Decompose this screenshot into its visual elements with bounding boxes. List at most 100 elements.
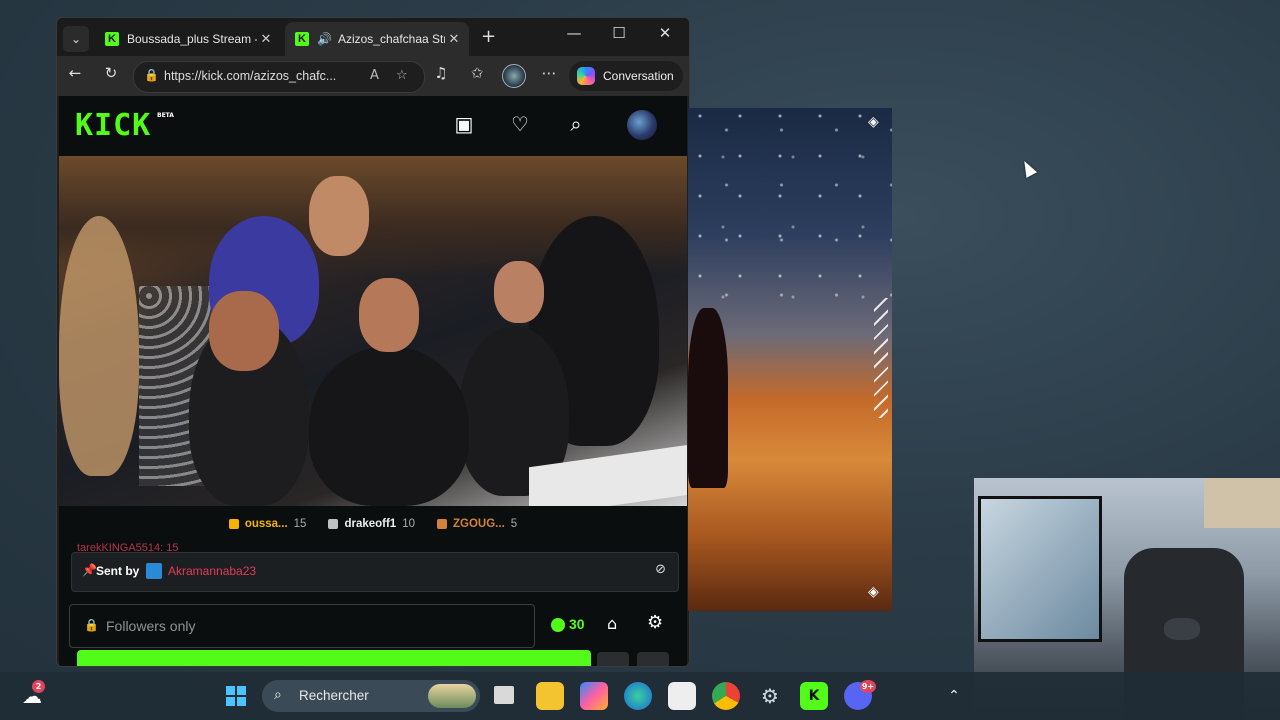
kick-app-icon[interactable]: K: [800, 682, 828, 710]
taskbar: ☁ 2 ⌕ Rechercher ⚙ K 9+ ⌃: [0, 672, 1280, 720]
silhouette-figure: [688, 308, 728, 488]
stream-video[interactable]: [59, 156, 687, 506]
more-menu-icon[interactable]: ⋯: [537, 64, 561, 82]
lock-icon[interactable]: 🔒: [144, 68, 159, 82]
badge-icon: [328, 519, 339, 529]
tab-azizos[interactable]: 🔊 Azizos_chafchaa Stream ✕: [285, 22, 469, 56]
maximize-icon[interactable]: ☐: [599, 24, 639, 42]
conversation-label: Conversation: [603, 69, 674, 83]
leaderboard-entry[interactable]: oussa... 15: [228, 518, 307, 530]
browser-toolbar: ← ↻ 🔒 https://kick.com/azizos_chafc... A…: [57, 56, 689, 96]
discord-badge: 9+: [860, 680, 876, 693]
read-aloud-icon[interactable]: A: [370, 68, 379, 83]
search-highlight-image: [428, 684, 476, 708]
leaderboard-value: 5: [510, 518, 518, 530]
chrome-icon[interactable]: [712, 682, 740, 710]
chevron-up-icon[interactable]: ⌃: [940, 682, 968, 710]
pinned-message: 📌 Sent by Akramannaba23 ⊘: [71, 552, 679, 592]
gift-leaderboard: oussa... 15 drakeoff1 10 ZGOUG... 5: [59, 506, 687, 542]
search-icon[interactable]: ⌕: [561, 112, 591, 136]
video-person-head: [309, 176, 369, 256]
address-bar[interactable]: 🔒 https://kick.com/azizos_chafc... A ☆: [133, 61, 425, 93]
lock-icon: 🔒: [84, 618, 99, 632]
channel-points-icon: [551, 618, 565, 632]
wallpaper-window: ◈ ◈: [688, 108, 892, 611]
copilot-conversation-button[interactable]: Conversation: [569, 61, 683, 91]
leaderboard-entry[interactable]: drakeoff1 10: [328, 518, 415, 530]
video-person: [59, 216, 139, 476]
file-explorer-icon[interactable]: [536, 682, 564, 710]
favorite-star-icon[interactable]: ☆: [396, 68, 408, 83]
profile-avatar[interactable]: [502, 64, 526, 88]
gift-button[interactable]: [597, 652, 629, 666]
night-sky: [688, 108, 892, 308]
search-icon: ⌕: [274, 687, 282, 703]
sender-username[interactable]: Akramannaba23: [168, 564, 256, 578]
weather-badge: 2: [32, 680, 45, 693]
kick-favicon-icon: [295, 32, 309, 46]
minimize-icon[interactable]: —: [554, 24, 594, 42]
video-person-head: [209, 291, 279, 371]
following-video-icon[interactable]: ▣: [449, 112, 479, 136]
hide-eye-icon[interactable]: ⊘: [655, 562, 666, 577]
heart-icon[interactable]: ♡: [505, 112, 535, 136]
badge-icon: [437, 519, 448, 529]
kick-header: KICK BETA ▣ ♡ ⌕: [59, 96, 687, 156]
leaderboard-name: drakeoff1: [344, 518, 397, 530]
tab-boussada[interactable]: Boussada_plus Stream - ... ✕: [95, 22, 281, 56]
sent-by-label: Sent by: [96, 564, 140, 578]
copilot-icon: [577, 67, 595, 85]
tab-title: Boussada_plus Stream - ...: [127, 32, 257, 46]
task-view-icon[interactable]: [494, 686, 514, 704]
edge-icon[interactable]: [624, 682, 652, 710]
url-text: https://kick.com/azizos_chafc...: [164, 69, 337, 83]
settings-gear-icon[interactable]: ⚙: [756, 682, 784, 710]
leaderboard-name: oussa...: [244, 518, 288, 530]
tab-close-icon[interactable]: ✕: [445, 31, 463, 47]
gear-icon[interactable]: ⚙: [647, 612, 663, 633]
diamond-icon: ◈: [868, 114, 879, 130]
leaderboard-value: 15: [293, 518, 307, 530]
tab-strip: ⌄ Boussada_plus Stream - ... ✕ 🔊 Azizos_…: [57, 18, 689, 56]
chat-input[interactable]: 🔒 Followers only: [69, 604, 535, 648]
speaker-icon[interactable]: 🔊: [317, 32, 332, 46]
badge-icon: [228, 519, 239, 529]
chat-placeholder: Followers only: [106, 618, 196, 634]
follow-button[interactable]: [77, 650, 591, 666]
leaderboard-name: ZGOUG...: [453, 518, 505, 530]
webcam-chair-logo: [1164, 618, 1200, 640]
search-label: Rechercher: [299, 688, 369, 703]
kick-favicon-icon: [105, 32, 119, 46]
channel-points-value[interactable]: 30: [569, 616, 585, 632]
taskbar-search[interactable]: ⌕ Rechercher: [262, 680, 480, 712]
webcam-monitor: [978, 496, 1102, 642]
leaderboard-entry[interactable]: ZGOUG... 5: [437, 518, 517, 530]
tab-actions-chevron-down-icon[interactable]: ⌄: [63, 26, 89, 52]
tab-title: Azizos_chafchaa Stream: [337, 32, 445, 46]
refresh-icon[interactable]: ↻: [99, 64, 123, 82]
tab-close-icon[interactable]: ✕: [257, 31, 275, 47]
leaderboard-value: 10: [402, 518, 416, 530]
store-icon[interactable]: ⌂: [607, 614, 617, 633]
video-person: [309, 346, 469, 506]
user-avatar[interactable]: [627, 110, 657, 140]
close-window-icon[interactable]: ✕: [645, 24, 685, 42]
video-person-head: [359, 278, 419, 352]
browser-window: ⌄ Boussada_plus Stream - ... ✕ 🔊 Azizos_…: [56, 17, 690, 667]
store-app-icon[interactable]: [668, 682, 696, 710]
beta-label: BETA: [157, 112, 174, 119]
kick-page: KICK BETA ▣ ♡ ⌕ oussa... 15 drakeoff1 10…: [59, 96, 687, 666]
back-arrow-left-icon[interactable]: ←: [63, 64, 87, 82]
chevron-decoration: [874, 298, 888, 418]
new-tab-plus-icon[interactable]: +: [481, 26, 496, 47]
copilot-app-icon[interactable]: [580, 682, 608, 710]
pin-icon: 📌: [82, 563, 97, 577]
favorites-icon[interactable]: ✩: [465, 64, 489, 82]
diamond-icon: ◈: [868, 584, 879, 600]
windows-start-icon[interactable]: [222, 682, 250, 710]
media-music-icon[interactable]: ♫: [429, 64, 453, 82]
sender-avatar: [146, 563, 162, 579]
kick-logo[interactable]: KICK: [75, 108, 151, 143]
more-button[interactable]: [637, 652, 669, 666]
video-person-head: [494, 261, 544, 323]
